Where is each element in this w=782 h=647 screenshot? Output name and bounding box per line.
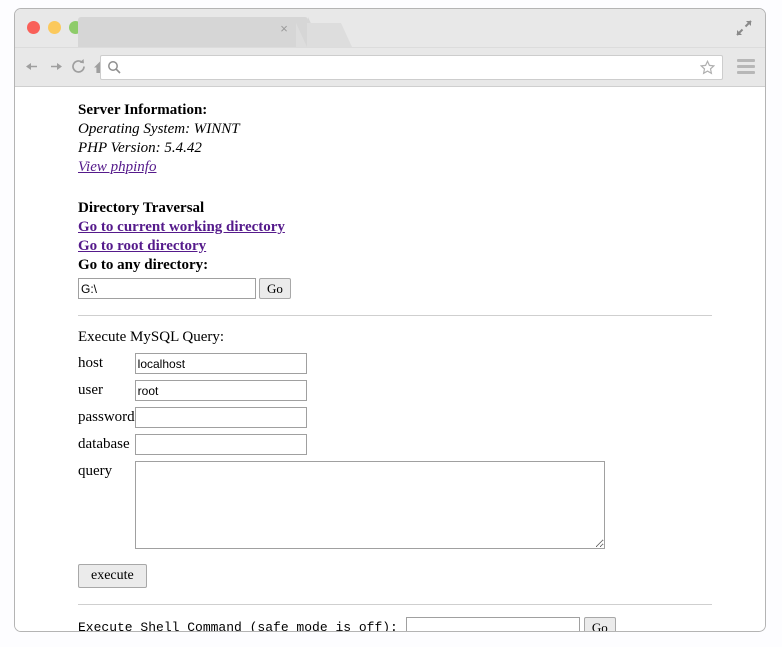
close-tab-icon[interactable]: × [278,22,290,35]
search-icon [107,60,121,74]
execute-row: execute [78,564,755,588]
mysql-form-table: host user password [78,353,605,560]
execute-button[interactable]: execute [78,564,147,588]
password-input[interactable] [134,407,307,428]
forward-arrow-icon[interactable] [46,57,65,76]
shell-command-input[interactable] [405,617,580,631]
directory-path-input[interactable] [78,278,256,299]
database-input[interactable] [134,434,307,455]
database-label: database [78,436,130,452]
user-label: user [78,382,103,398]
close-window-button[interactable] [27,21,40,34]
divider-above-mysql [78,315,712,316]
browser-titlebar: × [15,9,765,48]
host-input[interactable] [134,353,307,374]
directory-input-row: Go [78,278,755,299]
go-to-cwd-link[interactable]: Go to current working directory [78,218,755,237]
host-label: host [78,355,104,371]
server-information-heading: Server Information: [78,102,208,118]
query-label: query [78,463,113,479]
go-to-root-link[interactable]: Go to root directory [78,237,755,256]
bookmark-star-icon[interactable] [699,59,716,75]
browser-window: × Server Information: Operating System: … [14,8,766,632]
shell-go-button[interactable]: Go [583,617,616,631]
browser-toolbar [15,48,765,87]
minimize-window-button[interactable] [48,21,61,34]
user-input[interactable] [134,380,307,401]
fullscreen-icon[interactable] [735,19,753,37]
page-content: Server Information: Operating System: WI… [15,87,765,632]
php-version-line: PHP Version: 5.4.42 [78,140,202,156]
directory-traversal-heading: Directory Traversal [78,200,205,216]
table-row: user [78,380,605,407]
operating-system-line: Operating System: WINNT [78,121,240,137]
navigation-controls [23,57,111,76]
new-tab-button[interactable] [296,23,352,47]
hamburger-menu-icon[interactable] [737,59,755,74]
shell-command-label: Execute Shell Command (safe mode is off)… [78,620,398,632]
table-row: host [78,353,605,380]
webshell-panel: Server Information: Operating System: WI… [78,101,755,632]
directory-go-button[interactable]: Go [259,278,291,299]
table-row: database [78,434,605,461]
reload-icon[interactable] [69,57,88,76]
address-bar[interactable] [100,55,723,80]
window-controls [27,21,82,34]
shell-command-row: Execute Shell Command (safe mode is off)… [78,617,755,632]
table-row: password [78,407,605,434]
browser-tab[interactable]: × [78,17,322,47]
query-textarea[interactable] [134,461,605,549]
table-row: query [78,461,605,560]
view-phpinfo-link[interactable]: View phpinfo [78,158,156,177]
divider-above-shell [78,604,712,605]
password-label: password [78,409,135,425]
go-to-any-directory-label: Go to any directory: [78,257,209,273]
mysql-query-heading: Execute MySQL Query: [78,329,225,345]
back-arrow-icon[interactable] [23,57,42,76]
